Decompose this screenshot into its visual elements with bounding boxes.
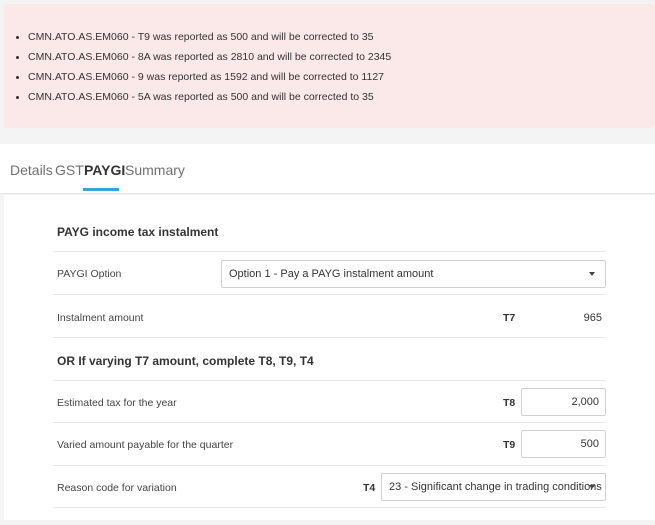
- reason-code-label: Reason code for variation: [57, 482, 177, 494]
- divider: [53, 380, 606, 381]
- alert-item: CMN.ATO.AS.EM060 - 9 was reported as 159…: [16, 67, 655, 87]
- varying-section-title: OR If varying T7 amount, complete T8, T9…: [57, 354, 314, 368]
- divider: [53, 251, 606, 252]
- estimated-tax-code: T8: [503, 397, 516, 409]
- reason-code-code: T4: [363, 482, 376, 494]
- divider: [53, 294, 606, 295]
- varied-amount-value: 500: [580, 438, 599, 450]
- alert-item: CMN.ATO.AS.EM060 - 8A was reported as 28…: [16, 47, 655, 67]
- bullet-icon: [16, 95, 19, 99]
- alert-text: CMN.ATO.AS.EM060 - 5A was reported as 50…: [28, 91, 374, 103]
- tab-summary[interactable]: Summary: [125, 162, 185, 178]
- varied-amount-code: T9: [503, 439, 516, 451]
- reason-code-select[interactable]: 23 - Significant change in trading condi…: [381, 473, 606, 501]
- instalment-amount-value: 965: [583, 312, 602, 324]
- paygi-option-label: PAYGI Option: [57, 268, 122, 280]
- tab-details[interactable]: Details: [10, 162, 53, 178]
- alert-item: CMN.ATO.AS.EM060 - T9 was reported as 50…: [16, 27, 655, 47]
- divider: [53, 337, 606, 338]
- bullet-icon: [16, 35, 19, 39]
- estimated-tax-label: Estimated tax for the year: [57, 397, 177, 409]
- paygi-option-select[interactable]: Option 1 - Pay a PAYG instalment amount: [221, 260, 606, 288]
- instalment-code: T7: [503, 312, 516, 324]
- instalment-amount-label: Instalment amount: [57, 312, 144, 324]
- chevron-down-icon: [589, 485, 595, 489]
- tab-paygi[interactable]: PAYGI: [84, 162, 125, 178]
- alert-item: CMN.ATO.AS.EM060 - 5A was reported as 50…: [16, 87, 655, 107]
- validation-alert: CMN.ATO.AS.EM060 - T9 was reported as 50…: [4, 4, 655, 128]
- section-title: PAYG income tax instalment: [57, 225, 219, 239]
- divider: [53, 422, 606, 423]
- paygi-option-value: Option 1 - Pay a PAYG instalment amount: [229, 268, 434, 280]
- divider: [53, 465, 606, 466]
- active-tab-indicator: [83, 188, 119, 191]
- alert-text: CMN.ATO.AS.EM060 - 8A was reported as 28…: [28, 51, 392, 63]
- varied-amount-input[interactable]: 500: [521, 430, 606, 458]
- bullet-icon: [16, 55, 19, 59]
- estimated-tax-input[interactable]: 2,000: [521, 388, 606, 416]
- tab-gst[interactable]: GST: [55, 162, 84, 178]
- bullet-icon: [16, 75, 19, 79]
- divider: [53, 507, 606, 508]
- estimated-tax-value: 2,000: [571, 396, 599, 408]
- reason-code-value: 23 - Significant change in trading condi…: [389, 481, 602, 493]
- varied-amount-label: Varied amount payable for the quarter: [57, 439, 234, 451]
- alert-text: CMN.ATO.AS.EM060 - 9 was reported as 159…: [28, 71, 385, 83]
- chevron-down-icon: [589, 272, 595, 276]
- alert-text: CMN.ATO.AS.EM060 - T9 was reported as 50…: [28, 31, 374, 43]
- tab-bar: Details GST PAYGI Summary: [0, 144, 655, 194]
